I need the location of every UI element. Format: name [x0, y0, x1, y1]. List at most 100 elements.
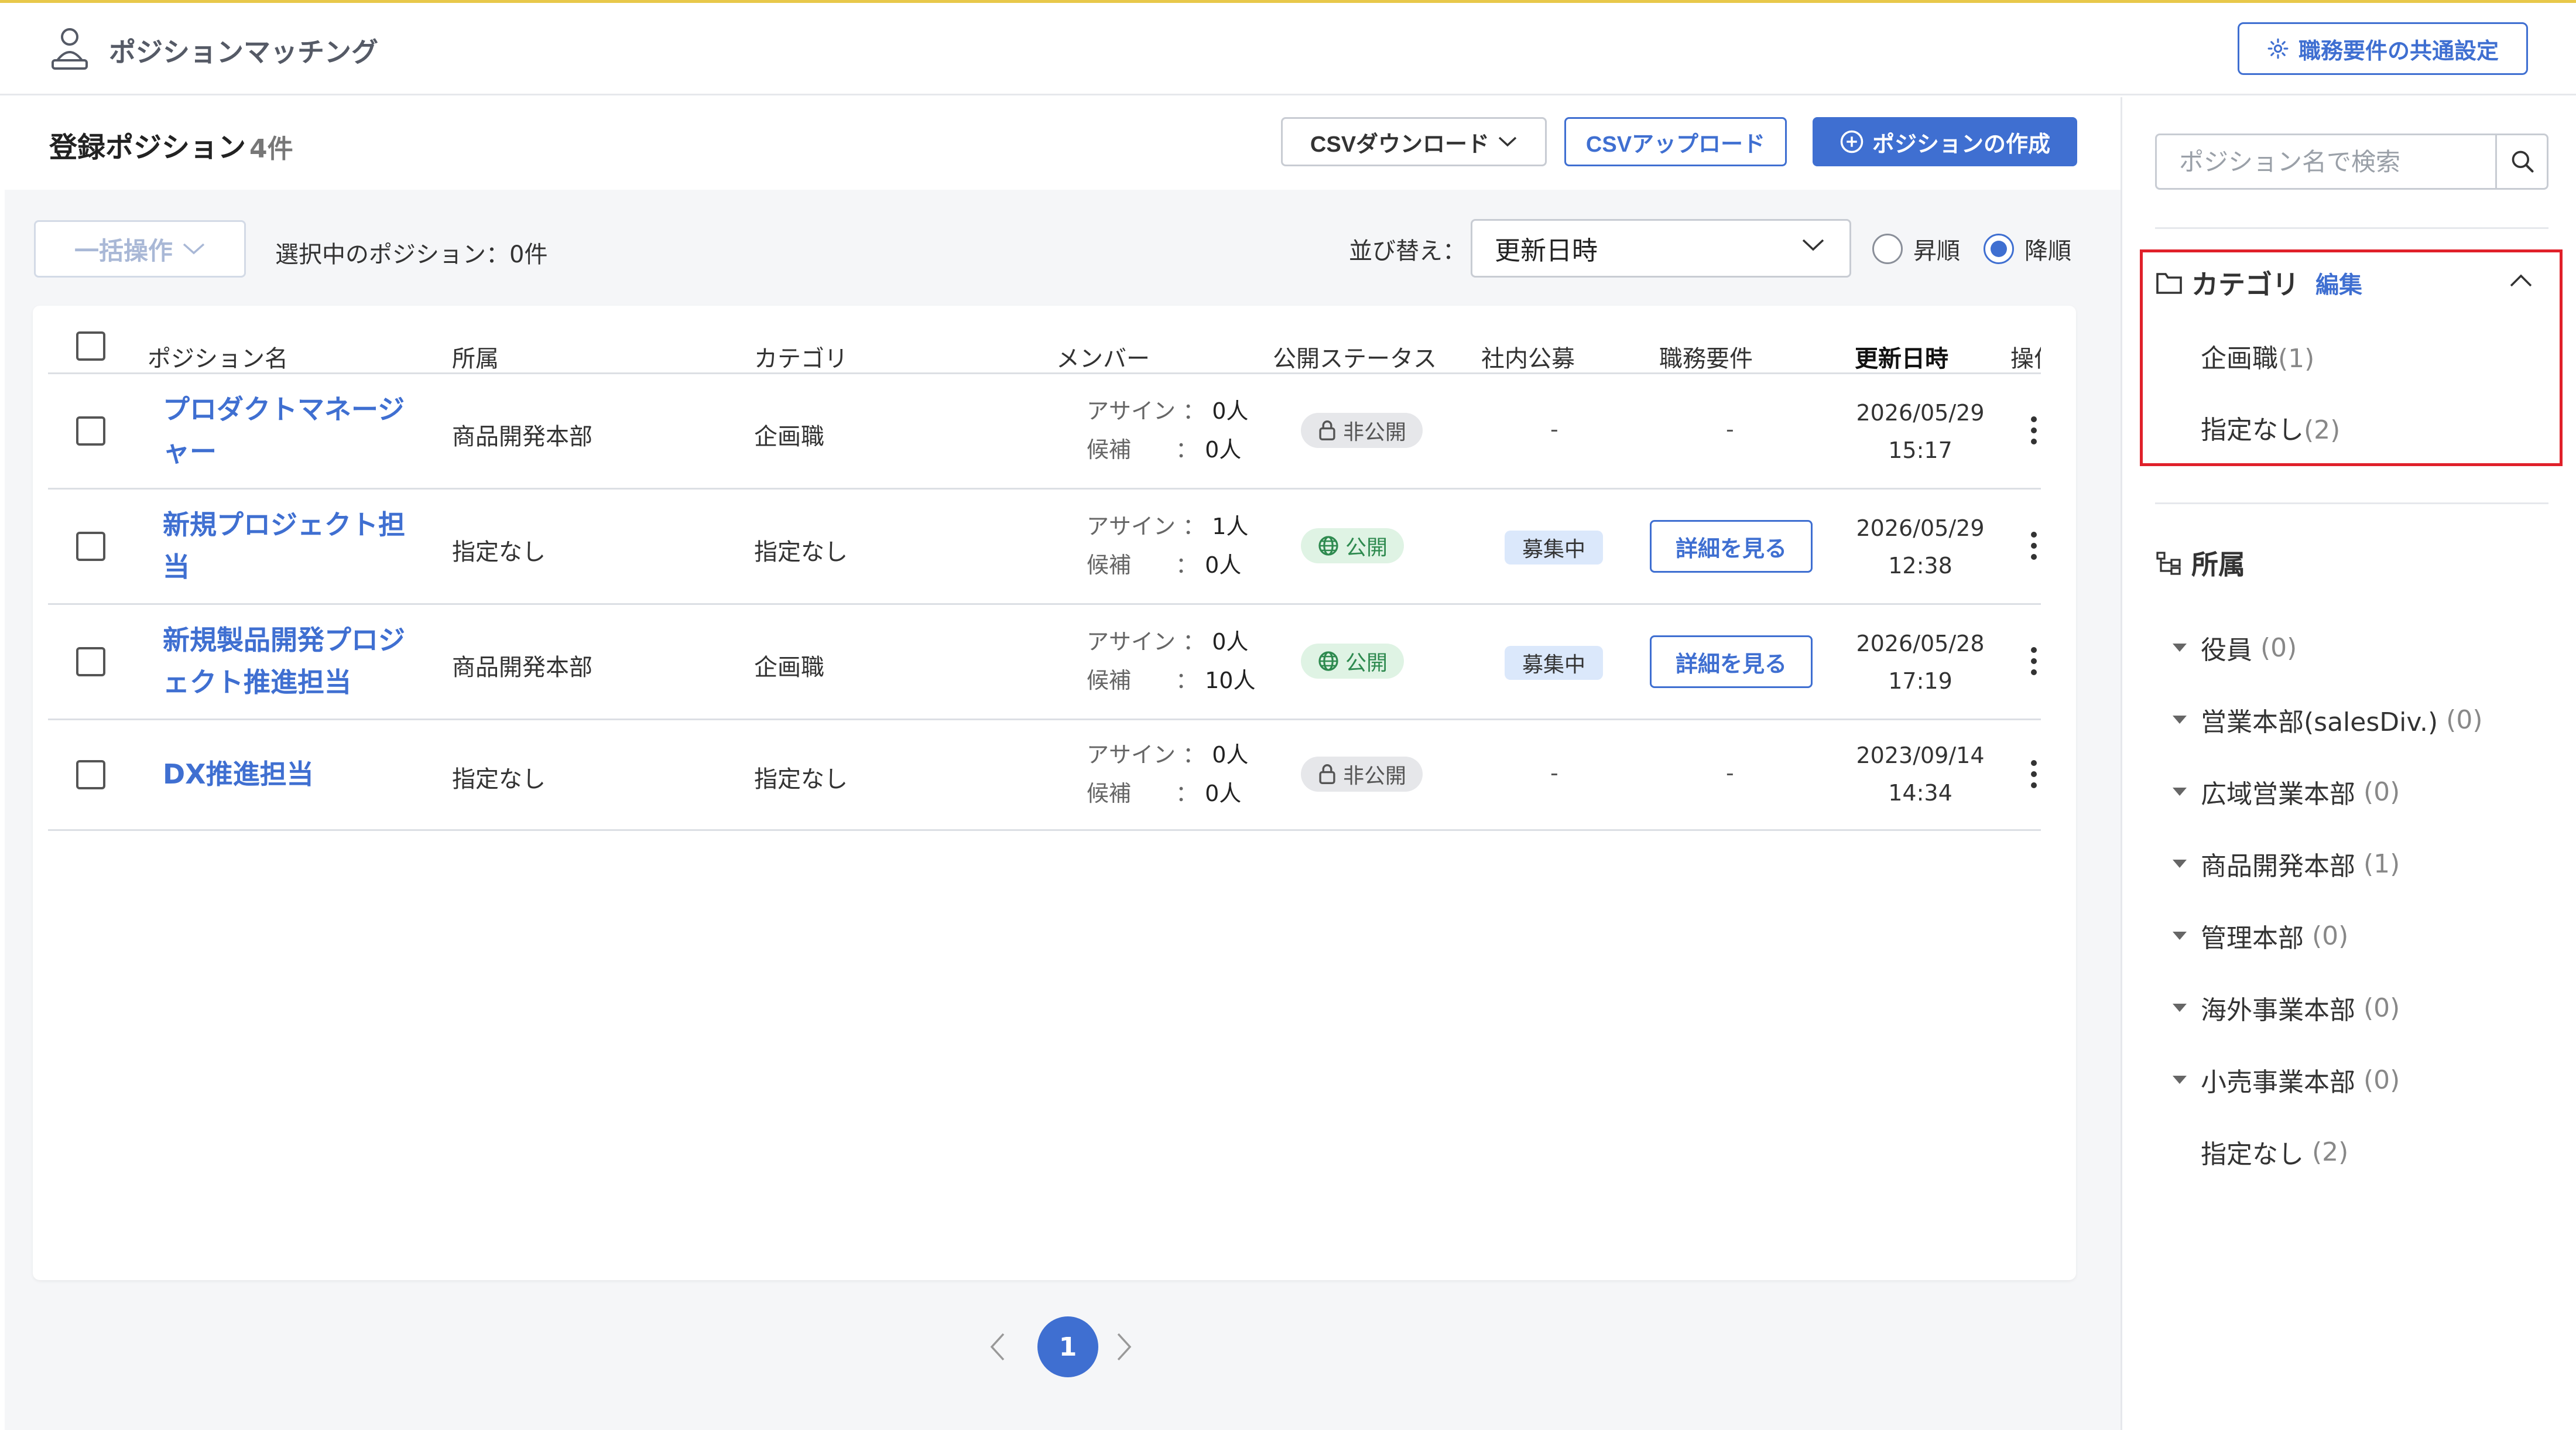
member-cell: アサイン ： 1人 候補 ： 0人: [1087, 514, 1249, 578]
sidebar-divider: [2155, 227, 2548, 229]
category-cell: 指定なし: [754, 539, 848, 566]
lock-icon: [1319, 764, 1335, 784]
dept-cell: 指定なし: [452, 766, 546, 793]
requirement-cell: -: [1726, 416, 1734, 442]
recruit-cell: -: [1550, 760, 1558, 786]
row-checkbox[interactable]: [76, 760, 105, 789]
dept-tree-item[interactable]: 広域営業本部 (0): [2173, 773, 2400, 810]
view-detail-button[interactable]: 詳細を見る: [1650, 635, 1813, 688]
th-position-name[interactable]: ポジション名: [148, 340, 288, 374]
caret-down-icon[interactable]: [2173, 1076, 2187, 1084]
position-name-link[interactable]: 新規プロジェクト担 当: [163, 504, 415, 588]
row-checkbox[interactable]: [76, 647, 105, 676]
page-number-button[interactable]: 1: [1037, 1316, 1098, 1377]
member-cell: アサイン ： 0人 候補 ： 0人: [1087, 742, 1249, 806]
gear-icon: [2267, 38, 2289, 59]
sort-asc-radio[interactable]: 昇順: [1872, 232, 1960, 266]
status-badge: 非公開: [1301, 413, 1423, 448]
position-search: [2155, 134, 2548, 190]
category-cell: 企画職: [754, 423, 824, 450]
more-menu-icon[interactable]: [2028, 760, 2040, 793]
dept-cell: 商品開発本部: [452, 654, 592, 681]
select-all-checkbox[interactable]: [76, 331, 105, 361]
category-cell: 指定なし: [754, 766, 848, 793]
caret-down-icon[interactable]: [2173, 788, 2187, 796]
updated-cell: 2026/05/28 17:19: [1856, 631, 1985, 694]
recruit-badge: 募集中: [1505, 646, 1603, 680]
member-cell: アサイン ： 0人 候補 ： 0人: [1087, 398, 1249, 463]
app-root: ポジションマッチング 職務要件の共通設定 登録ポジション 4件 CSVダウンロー…: [0, 0, 2576, 1430]
table-row: プロダクトマネージ ャー 商品開発本部 企画職 アサイン ： 0人 候補 ： 0…: [48, 374, 2041, 488]
category-edit-link[interactable]: 編集: [2315, 266, 2362, 300]
more-menu-icon[interactable]: [2028, 416, 2040, 450]
row-checkbox[interactable]: [76, 416, 105, 446]
position-name-link[interactable]: プロダクトマネージ ャー: [163, 388, 415, 473]
th-updated[interactable]: 更新日時: [1855, 340, 1948, 374]
dept-tree-item[interactable]: 小売事業本部 (0): [2173, 1061, 2400, 1099]
page-title: 登録ポジション: [49, 131, 246, 164]
dept-tree-item[interactable]: 指定なし (2): [2201, 1133, 2348, 1171]
position-table-card: ポジション名 所属 カテゴリ メンバー 公開ステータス 社内公募 職務要件 更新…: [33, 306, 2076, 1280]
dept-tree-item[interactable]: 役員 (0): [2173, 629, 2297, 666]
search-icon: [2512, 150, 2534, 173]
chevron-left-icon[interactable]: [988, 1332, 1006, 1362]
th-requirement[interactable]: 職務要件: [1659, 340, 1753, 374]
category-item[interactable]: 企画職(1): [2201, 337, 2314, 375]
row-checkbox[interactable]: [76, 532, 105, 561]
common-settings-button[interactable]: 職務要件の共通設定: [2238, 22, 2528, 75]
dept-tree-item[interactable]: 営業本部(salesDiv.) (0): [2173, 701, 2482, 738]
sort-select[interactable]: 更新日時: [1471, 219, 1851, 278]
dept-tree-item[interactable]: 管理本部 (0): [2173, 917, 2348, 955]
caret-down-icon[interactable]: [2173, 1004, 2187, 1012]
sort-desc-radio[interactable]: 降順: [1984, 232, 2071, 266]
updated-cell: 2023/09/14 14:34: [1856, 743, 1985, 806]
csv-download-button[interactable]: CSVダウンロード: [1281, 117, 1547, 166]
th-member[interactable]: メンバー: [1056, 340, 1150, 374]
recruit-cell: -: [1550, 416, 1558, 442]
caret-down-icon[interactable]: [2173, 932, 2187, 940]
chevron-down-icon: [1802, 239, 1824, 251]
category-title: カテゴリ: [2191, 269, 2299, 300]
caret-down-icon[interactable]: [2173, 716, 2187, 724]
dept-tree-item[interactable]: 商品開発本部 (1): [2173, 845, 2400, 882]
radio-checked-icon: [1984, 234, 2014, 264]
bulk-action-label: 一括操作: [74, 237, 173, 265]
category-cell: 企画職: [754, 654, 824, 681]
globe-icon: [1318, 536, 1338, 556]
caret-down-icon[interactable]: [2173, 644, 2187, 652]
org-chart-icon: [2156, 552, 2181, 575]
csv-upload-label: CSVアップロード: [1585, 132, 1766, 157]
filter-sidebar: カテゴリ 編集 企画職(1) 指定なし(2) 所属 役員 (0) 営業本部(sa…: [2121, 97, 2576, 1430]
th-ops: 操作: [2010, 345, 2041, 372]
csv-upload-button[interactable]: CSVアップロード: [1564, 117, 1787, 166]
position-name-link[interactable]: DX推進担当: [163, 753, 415, 795]
more-menu-icon[interactable]: [2028, 647, 2040, 680]
dept-tree-item[interactable]: 海外事業本部 (0): [2173, 989, 2400, 1027]
dept-cell: 商品開発本部: [452, 423, 592, 450]
th-dept[interactable]: 所属: [452, 340, 499, 374]
th-recruit[interactable]: 社内公募: [1481, 340, 1575, 374]
table-row: 新規製品開発プロジ ェクト推進担当 商品開発本部 企画職 アサイン ： 0人 候…: [48, 605, 2041, 719]
row-divider: [48, 829, 2041, 831]
caret-down-icon[interactable]: [2173, 860, 2187, 868]
more-menu-icon[interactable]: [2028, 532, 2040, 565]
requirement-cell: -: [1726, 760, 1734, 786]
table-row: 新規プロジェクト担 当 指定なし 指定なし アサイン ： 1人 候補 ： 0人 …: [48, 490, 2041, 603]
position-name-link[interactable]: 新規製品開発プロジ ェクト推進担当: [163, 619, 415, 703]
create-position-button[interactable]: ポジションの作成: [1813, 117, 2077, 166]
view-detail-button[interactable]: 詳細を見る: [1650, 520, 1813, 573]
search-input[interactable]: [2157, 135, 2495, 188]
common-settings-label: 職務要件の共通設定: [2298, 39, 2499, 64]
category-section-header[interactable]: カテゴリ 編集: [2155, 264, 2362, 302]
th-category[interactable]: カテゴリ: [754, 340, 848, 374]
selected-count-text: 選択中のポジション：0件: [275, 241, 548, 268]
bulk-action-button[interactable]: 一括操作: [34, 220, 246, 278]
th-status[interactable]: 公開ステータス: [1273, 340, 1437, 374]
category-item[interactable]: 指定なし(2): [2201, 409, 2340, 446]
search-button[interactable]: [2495, 135, 2548, 188]
sort-asc-label: 昇順: [1913, 238, 1960, 265]
table-row: DX推進担当 指定なし 指定なし アサイン ： 0人 候補 ： 0人 非公開 -…: [48, 720, 2041, 829]
table-toolbar: 一括操作 選択中のポジション：0件 並び替え： 更新日時 昇順 降順: [5, 214, 2121, 279]
chevron-up-icon[interactable]: [2509, 273, 2533, 288]
chevron-right-icon[interactable]: [1116, 1332, 1133, 1362]
